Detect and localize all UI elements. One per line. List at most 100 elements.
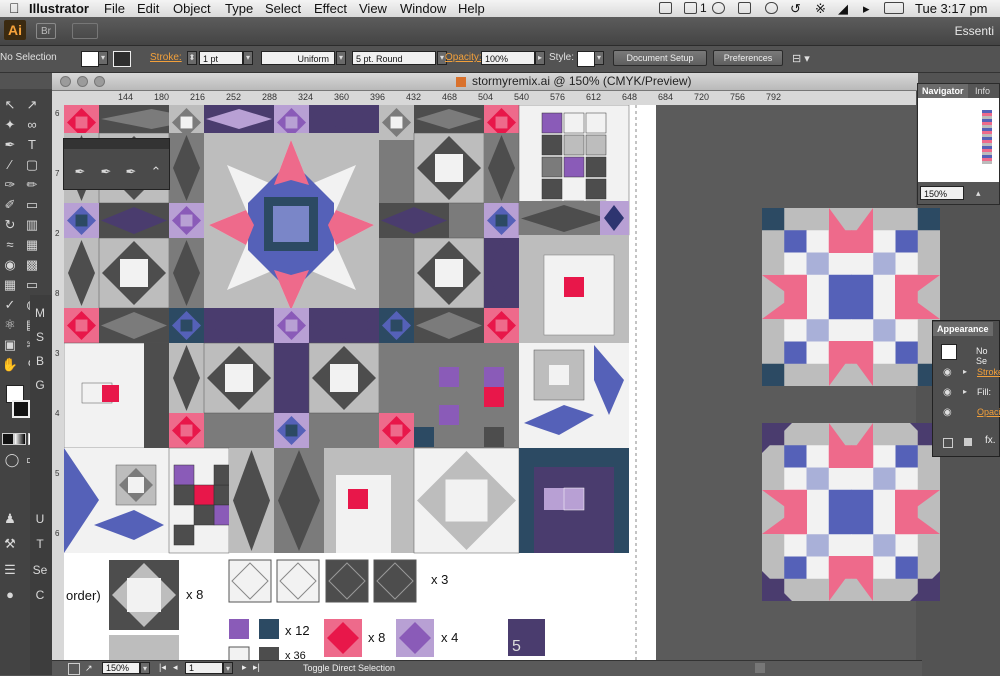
menu-effect[interactable]: Effect <box>314 0 347 17</box>
mesh-tool-icon[interactable]: ▦ <box>0 276 20 294</box>
pencil-icon[interactable]: ✏ <box>22 176 42 194</box>
last-artboard-icon[interactable]: ▸| <box>253 662 260 673</box>
export-icon[interactable]: ↗ <box>85 663 93 674</box>
add-stroke-icon[interactable] <box>943 438 953 448</box>
c-panel-icon[interactable]: C <box>30 586 50 604</box>
pen-tool-icon[interactable]: ✒ <box>0 136 20 154</box>
color-panel-icon[interactable]: ● <box>0 586 20 604</box>
convert-anchor-icon[interactable]: ⌃ <box>146 163 166 181</box>
navigator-preview[interactable] <box>918 98 999 182</box>
tab-navigator[interactable]: Navigator <box>918 84 968 98</box>
horizontal-scrollbar-thumb[interactable] <box>755 663 765 673</box>
menu-file[interactable]: File <box>104 0 125 17</box>
eyedropper-icon[interactable]: ✓ <box>0 296 20 314</box>
star-block-2[interactable] <box>762 423 940 601</box>
opacity-label[interactable]: Opacity: <box>445 52 482 63</box>
close-icon[interactable] <box>60 76 71 87</box>
rectangle-tool-icon[interactable]: ▢ <box>22 156 42 174</box>
add-anchor-icon[interactable]: ✒ <box>96 163 116 181</box>
graphic-styles-panel-icon[interactable]: G <box>30 376 50 394</box>
se-panel-icon[interactable]: Se <box>30 561 50 579</box>
symbol-sprayer-icon[interactable]: ⚛ <box>0 316 20 334</box>
scale-tool-icon[interactable]: ▥ <box>22 216 42 234</box>
flyout-header[interactable] <box>64 139 169 149</box>
opacity-dropdown[interactable]: ▸ <box>535 51 545 65</box>
status-icon[interactable] <box>659 2 672 14</box>
stroke-label[interactable]: Stroke: <box>150 52 182 63</box>
type-tool-icon[interactable]: T <box>22 136 42 154</box>
zoom-out-icon[interactable]: ▴ <box>976 188 981 199</box>
line-tool-icon[interactable]: ⁄ <box>0 156 20 174</box>
time-machine-icon[interactable]: ↺ <box>790 0 801 17</box>
fill-visibility-eye-icon[interactable]: ◉ <box>943 387 952 398</box>
rotate-tool-icon[interactable]: ↻ <box>0 216 20 234</box>
minimize-icon[interactable] <box>77 76 88 87</box>
stroke-color-box[interactable] <box>12 400 30 418</box>
appearance-fill[interactable]: Fill: <box>977 387 991 397</box>
t-panel-icon[interactable]: T <box>30 535 50 553</box>
user-panel-icon[interactable]: ♟ <box>0 510 20 528</box>
fill-expand-icon[interactable]: ▸ <box>963 387 967 396</box>
previous-artboard-icon[interactable]: ◂ <box>173 662 178 673</box>
stroke-panel-icon[interactable]: ☰ <box>0 561 20 579</box>
width-tool-icon[interactable]: ≈ <box>0 236 20 254</box>
eraser-icon[interactable]: ▭ <box>22 196 42 214</box>
stroke-weight-input[interactable]: 1 pt <box>199 51 243 65</box>
volume-icon[interactable]: ▸ <box>863 0 870 17</box>
appearance-opacity[interactable]: Opaci <box>977 407 1000 417</box>
fill-dropdown[interactable]: ▾ <box>98 51 108 65</box>
shape-builder-icon[interactable]: ◉ <box>0 256 20 274</box>
pasteboard[interactable] <box>656 105 940 660</box>
stroke-swatch[interactable] <box>113 51 131 67</box>
workspace-switcher[interactable]: Essenti <box>955 24 994 38</box>
apple-icon[interactable]:  <box>9 0 20 17</box>
stroke-stepper[interactable]: ⬍ <box>187 51 197 65</box>
wrench-panel-icon[interactable]: ⚒ <box>0 535 20 553</box>
menu-help[interactable]: Help <box>458 0 485 17</box>
menu-select[interactable]: Select <box>265 0 301 17</box>
profile-dropdown[interactable]: ▾ <box>336 51 346 65</box>
magic-wand-icon[interactable]: ✦ <box>0 116 20 134</box>
gradient-tool-icon[interactable]: ▭ <box>22 276 42 294</box>
perspective-grid-icon[interactable]: ▩ <box>22 256 42 274</box>
appearance-title[interactable]: Appearance <box>933 322 993 336</box>
blob-brush-icon[interactable]: ✐ <box>0 196 20 214</box>
graphic-style-swatch[interactable] <box>577 51 595 67</box>
navigator-zoom-input[interactable]: 150% <box>920 186 964 200</box>
stroke-expand-icon[interactable]: ▸ <box>963 367 967 376</box>
symbols-panel-icon[interactable]: M <box>30 304 50 322</box>
first-artboard-icon[interactable]: |◂ <box>159 662 166 673</box>
arrange-icon[interactable]: ⊟ ▾ <box>792 52 810 65</box>
color-mode-icon[interactable] <box>2 433 14 445</box>
document-setup-button[interactable]: Document Setup <box>613 50 707 66</box>
display-icon[interactable] <box>738 2 751 14</box>
menu-object[interactable]: Object <box>173 0 211 17</box>
next-artboard-icon[interactable]: ▸ <box>242 662 247 673</box>
add-effect-button[interactable]: fx. <box>985 435 996 446</box>
stroke-visibility-eye-icon[interactable]: ◉ <box>943 367 952 378</box>
opacity-input[interactable]: 100% <box>481 51 535 65</box>
bluetooth-icon[interactable]: ※ <box>815 0 826 17</box>
hand-tool-icon[interactable]: ✋ <box>0 356 20 374</box>
clock[interactable]: Tue 3:17 pm <box>915 0 988 17</box>
zoom-level-input[interactable]: 150% <box>102 662 140 674</box>
artboard-dropdown[interactable]: ▾ <box>223 662 233 674</box>
appearance-stroke[interactable]: Stroke <box>977 367 1000 377</box>
swatches-panel-icon[interactable]: S <box>30 328 50 346</box>
artboard-number-input[interactable]: 1 <box>185 662 223 674</box>
brush-definition[interactable]: 5 pt. Round <box>352 51 436 65</box>
maximize-icon[interactable] <box>94 76 105 87</box>
tab-info[interactable]: Info <box>971 84 994 98</box>
arrange-documents-button[interactable] <box>72 23 98 39</box>
opacity-visibility-eye-icon[interactable]: ◉ <box>943 407 952 418</box>
add-fill-icon[interactable] <box>964 438 972 446</box>
style-dropdown[interactable]: ▾ <box>594 51 604 65</box>
stroke-weight-dropdown[interactable]: ▾ <box>243 51 253 65</box>
menu-type[interactable]: Type <box>225 0 253 17</box>
menu-view[interactable]: View <box>359 0 387 17</box>
brushes-panel-icon[interactable]: B <box>30 352 50 370</box>
battery-icon[interactable] <box>884 2 904 14</box>
artboard-tool-icon[interactable]: ▣ <box>0 336 20 354</box>
gradient-mode-icon[interactable] <box>14 433 26 445</box>
zoom-dropdown[interactable]: ▾ <box>140 662 150 674</box>
